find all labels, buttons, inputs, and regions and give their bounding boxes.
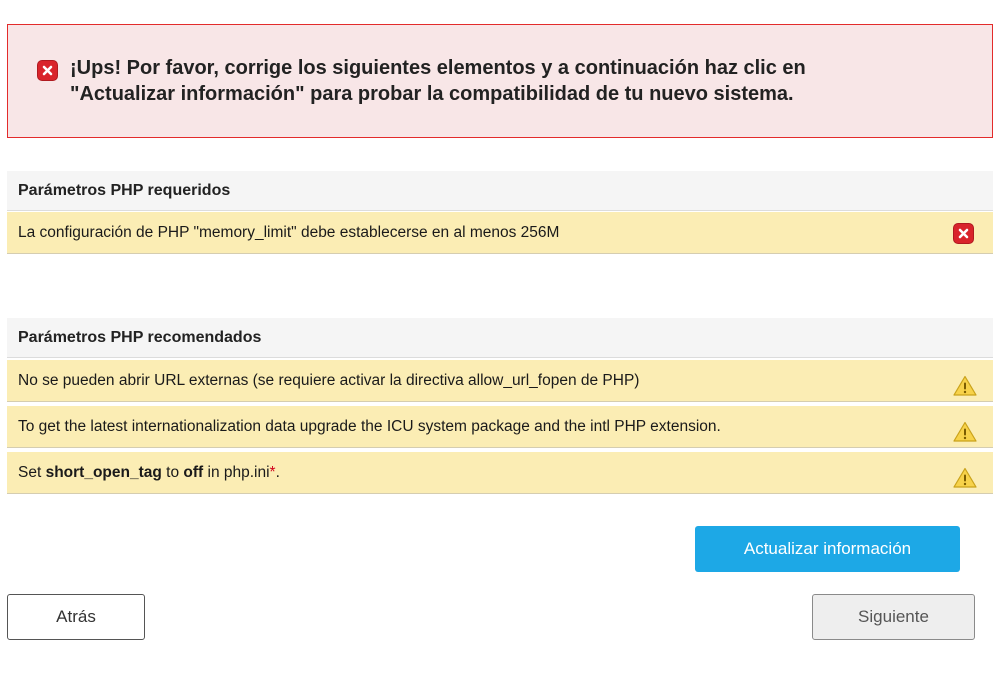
alert-message: ¡Ups! Por favor, corrige los siguientes … [70,55,970,107]
error-icon [953,223,974,244]
required-params-header: Parámetros PHP requeridos [7,171,993,211]
required-param-text: La configuración de PHP "memory_limit" d… [18,224,560,241]
recommended-param-text: No se pueden abrir URL externas (se requ… [18,372,640,389]
alert-message-line2: "Actualizar información" para probar la … [70,83,794,105]
next-button[interactable]: Siguiente [812,594,975,640]
refresh-info-button[interactable]: Actualizar información [695,526,960,572]
error-alert: ¡Ups! Por favor, corrige los siguientes … [7,24,993,138]
recommended-params-header: Parámetros PHP recomendados [7,318,993,358]
recommended-param-text: Set short_open_tag to off in php.ini*. [18,464,280,481]
recommended-param-row: No se pueden abrir URL externas (se requ… [7,360,993,402]
recommended-param-text: To get the latest internationalization d… [18,418,721,435]
error-icon [37,60,58,81]
alert-message-line1: ¡Ups! Por favor, corrige los siguientes … [70,57,806,79]
recommended-param-row: To get the latest internationalization d… [7,406,993,448]
warning-icon [953,463,977,505]
required-param-row: La configuración de PHP "memory_limit" d… [7,212,993,254]
back-button[interactable]: Atrás [7,594,145,640]
page: ¡Ups! Por favor, corrige los siguientes … [0,0,1000,683]
recommended-param-row: Set short_open_tag to off in php.ini*. [7,452,993,494]
